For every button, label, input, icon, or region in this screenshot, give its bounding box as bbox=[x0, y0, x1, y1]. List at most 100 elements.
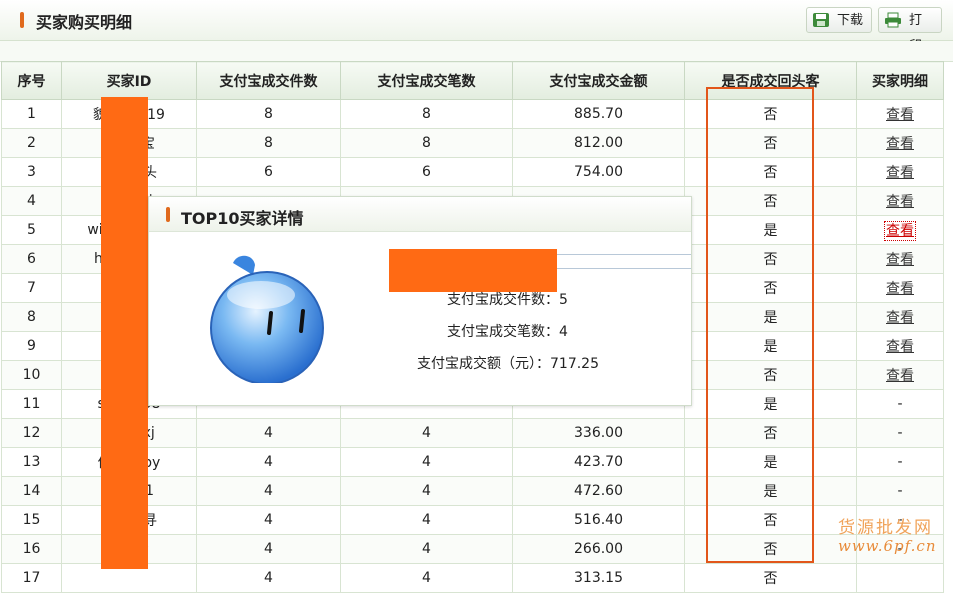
row-number: 6 bbox=[1, 244, 62, 274]
popup-count-label: 支付宝成交笔数： bbox=[447, 324, 559, 340]
alipay-count: 4 bbox=[340, 476, 513, 506]
download-label: 下载 bbox=[837, 13, 864, 28]
row-number: 17 bbox=[1, 563, 62, 593]
row-number: 8 bbox=[1, 302, 62, 332]
alipay-count: 4 bbox=[340, 563, 513, 593]
popup-qty: 支付宝成交件数：5 bbox=[447, 289, 568, 309]
alipay-count: 6 bbox=[340, 157, 513, 187]
view-detail-link[interactable]: 查看 bbox=[886, 252, 914, 268]
buyer-detail-link: - bbox=[856, 476, 944, 506]
row-number: 4 bbox=[1, 186, 62, 216]
buyer-detail-link: 查看 bbox=[856, 244, 944, 274]
page-header: 买家购买明细 下载 打印 bbox=[0, 0, 953, 54]
buyer-detail-link: 查看 bbox=[856, 215, 944, 245]
alipay-amount: 266.00 bbox=[512, 534, 685, 564]
buyer-detail-link: - bbox=[856, 447, 944, 477]
view-detail-link[interactable]: 查看 bbox=[886, 136, 914, 152]
row-number: 1 bbox=[1, 99, 62, 129]
col-header-amount[interactable]: 支付宝成交金额 bbox=[512, 61, 685, 100]
view-detail-link[interactable]: 查看 bbox=[886, 339, 914, 355]
returning-column-highlight bbox=[706, 87, 814, 563]
returning-customer: 否 bbox=[684, 563, 857, 593]
row-number: 14 bbox=[1, 476, 62, 506]
row-number: 9 bbox=[1, 331, 62, 361]
popup-amount-value: 717.25 bbox=[550, 356, 599, 372]
alipay-count: 4 bbox=[340, 418, 513, 448]
buyer-detail-link: 查看 bbox=[856, 360, 944, 390]
row-number: 7 bbox=[1, 273, 62, 303]
download-button[interactable]: 下载 bbox=[806, 7, 872, 33]
title-accent-bar bbox=[20, 12, 24, 28]
alipay-amount: 423.70 bbox=[512, 447, 685, 477]
alipay-qty: 4 bbox=[196, 476, 341, 506]
row-number: 2 bbox=[1, 128, 62, 158]
alipay-qty: 6 bbox=[196, 157, 341, 187]
popup-qty-value: 5 bbox=[559, 292, 568, 308]
watermark-text: 货源批发网 bbox=[838, 518, 933, 538]
popup-qty-label: 支付宝成交件数： bbox=[447, 292, 559, 308]
buyer-detail-link: 查看 bbox=[856, 331, 944, 361]
alipay-count: 4 bbox=[340, 534, 513, 564]
col-header-no[interactable]: 序号 bbox=[1, 61, 62, 100]
top10-detail-popup: TOP10买家详情 支付宝成交件数：5 支付宝成交笔数：4 支付宝成交额（元）：… bbox=[148, 196, 692, 406]
alipay-count: 8 bbox=[340, 128, 513, 158]
buyer-detail-link: 查看 bbox=[856, 157, 944, 187]
row-number: 11 bbox=[1, 389, 62, 419]
print-button[interactable]: 打印 bbox=[878, 7, 942, 54]
alipay-amount: 754.00 bbox=[512, 157, 685, 187]
alipay-qty: 8 bbox=[196, 99, 341, 129]
alipay-amount: 313.15 bbox=[512, 563, 685, 593]
buyer-detail-link: 查看 bbox=[856, 128, 944, 158]
view-detail-link[interactable]: 查看 bbox=[886, 107, 914, 123]
save-icon bbox=[813, 13, 829, 27]
alipay-amount: 472.60 bbox=[512, 476, 685, 506]
popup-amount: 支付宝成交额（元）：717.25 bbox=[417, 353, 599, 373]
alipay-qty: 4 bbox=[196, 563, 341, 593]
divider-line bbox=[557, 268, 691, 269]
watermark-url: www.6pf.cn bbox=[838, 537, 937, 555]
buyer-detail-link: 查看 bbox=[856, 99, 944, 129]
buyer-detail-link bbox=[856, 563, 944, 593]
view-detail-link[interactable]: 查看 bbox=[884, 221, 916, 241]
buyer-detail-link: - bbox=[856, 389, 944, 419]
popup-amount-label: 支付宝成交额（元）： bbox=[417, 356, 550, 372]
row-number: 10 bbox=[1, 360, 62, 390]
popup-count-value: 4 bbox=[559, 324, 568, 340]
alipay-qty: 4 bbox=[196, 447, 341, 477]
alipay-qty: 4 bbox=[196, 505, 341, 535]
buyer-detail-link: - bbox=[856, 418, 944, 448]
view-detail-link[interactable]: 查看 bbox=[886, 281, 914, 297]
popup-title: TOP10买家详情 bbox=[181, 209, 304, 228]
alipay-count: 4 bbox=[340, 447, 513, 477]
alipay-amount: 812.00 bbox=[512, 128, 685, 158]
buyer-detail-link: 查看 bbox=[856, 273, 944, 303]
col-header-qty[interactable]: 支付宝成交件数 bbox=[196, 61, 341, 100]
divider-line bbox=[557, 254, 691, 255]
alipay-amount: 516.40 bbox=[512, 505, 685, 535]
row-number: 5 bbox=[1, 215, 62, 245]
printer-icon bbox=[885, 12, 901, 28]
alipay-qty: 4 bbox=[196, 534, 341, 564]
view-detail-link[interactable]: 查看 bbox=[886, 194, 914, 210]
row-number: 12 bbox=[1, 418, 62, 448]
col-header-buyer-id[interactable]: 买家ID bbox=[61, 61, 197, 100]
view-detail-link[interactable]: 查看 bbox=[886, 368, 914, 384]
row-number: 16 bbox=[1, 534, 62, 564]
alipay-count: 8 bbox=[340, 99, 513, 129]
alipay-amount: 885.70 bbox=[512, 99, 685, 129]
view-detail-link[interactable]: 查看 bbox=[886, 310, 914, 326]
col-header-count[interactable]: 支付宝成交笔数 bbox=[340, 61, 513, 100]
view-detail-link[interactable]: 查看 bbox=[886, 165, 914, 181]
toolbar-strip bbox=[0, 41, 953, 62]
buyer-detail-link: 查看 bbox=[856, 302, 944, 332]
mascot-icon bbox=[210, 255, 324, 383]
popup-header: TOP10买家详情 bbox=[149, 197, 691, 232]
alipay-amount: 336.00 bbox=[512, 418, 685, 448]
popup-accent-bar bbox=[166, 207, 170, 222]
alipay-qty: 4 bbox=[196, 418, 341, 448]
popup-count: 支付宝成交笔数：4 bbox=[447, 321, 568, 341]
popup-redaction bbox=[389, 249, 557, 292]
row-number: 3 bbox=[1, 157, 62, 187]
row-number: 15 bbox=[1, 505, 62, 535]
alipay-count: 4 bbox=[340, 505, 513, 535]
